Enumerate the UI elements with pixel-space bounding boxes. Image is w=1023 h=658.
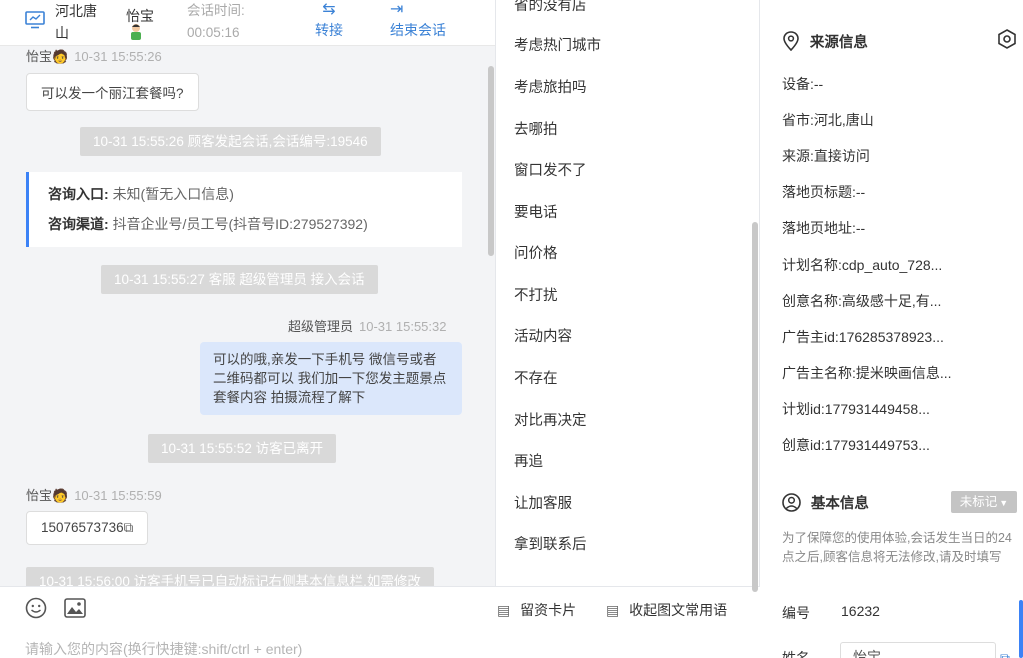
card-icon: ▤ [497, 602, 511, 618]
source-advertiser-id: 广告主id:176285378923... [782, 329, 944, 345]
phrase-item[interactable]: 不存在 [514, 367, 558, 388]
phrase-item[interactable]: 窗口发不了 [514, 159, 587, 180]
session-time-value: 00:05:16 [187, 25, 240, 40]
copy-icon[interactable]: ⧉ [1000, 650, 1010, 658]
transfer-icon: ⇆ [322, 1, 336, 18]
message-list[interactable]: 怡宝🧑 10-31 15:55:26 可以发一个丽江套餐吗? 10-31 15:5… [0, 46, 495, 586]
collapse-phrases-button[interactable]: ▤ 收起图文常用语 [606, 600, 727, 620]
message-meta: 怡宝🧑 10-31 15:55:59 [26, 488, 162, 503]
message-meta: 超级管理员 10-31 15:55:32 [288, 319, 447, 334]
chat-scrollbar[interactable] [488, 66, 494, 256]
phrase-item[interactable]: 再追 [514, 450, 543, 471]
visitor-avatar [127, 22, 145, 43]
phrase-item[interactable]: 问价格 [514, 242, 558, 263]
visitor-info-panel: 来源信息 设备:-- 省市:河北,唐山 来源:直接访问 落地页标题:-- 落地页… [760, 0, 1023, 658]
visitor-message: 15076573736⧉ [26, 511, 149, 545]
message-composer: ▤ 留资卡片 ▤ 收起图文常用语 请输入您的内容(换行快捷键:shift/ctr… [0, 586, 760, 658]
source-plan-name: 计划名称:cdp_auto_728... [782, 257, 943, 273]
agent-message: 可以的哦,亲发一下手机号 微信号或者二维码都可以 我们加一下您发主题景点 套餐内… [200, 342, 462, 415]
session-topbar: 河北唐山 怡宝 会话时间: 00:05:16 ⇆ 转接 ⇥ 结束会话 [0, 0, 495, 46]
phrase-item[interactable]: 对比再决定 [514, 409, 587, 430]
name-field[interactable]: 怡宝 [840, 642, 996, 658]
phrase-item[interactable]: 活动内容 [514, 325, 572, 346]
caret-down-icon: ▼ [999, 498, 1009, 508]
message-meta: 怡宝🧑 10-31 15:55:26 [26, 49, 162, 64]
message-input[interactable]: 请输入您的内容(换行快捷键:shift/ctrl + enter) [25, 639, 302, 658]
source-origin: 来源:直接访问 [782, 148, 870, 164]
session-time-label: 会话时间: [187, 3, 245, 18]
source-advertiser-name: 广告主名称:提米映画信息... [782, 365, 952, 381]
basic-info-header: 基本信息 [782, 492, 869, 513]
source-creative-id: 创意id:177931449753... [782, 437, 930, 453]
source-landing-title: 落地页标题:-- [782, 184, 866, 200]
source-plan-id: 计划id:177931449458... [782, 401, 930, 417]
logout-icon: ⇥ [390, 1, 404, 18]
side-handle[interactable] [1019, 600, 1023, 658]
phrase-item[interactable]: 省的没有店 [514, 0, 587, 15]
lead-card-button[interactable]: ▤ 留资卡片 [497, 600, 576, 620]
info-notice: 为了保障您的使用体验,会话发生当日的24点之后,顾客信息将无法修改,请及时填写 [782, 531, 1012, 564]
phrase-item[interactable]: 拿到联系后 [514, 533, 587, 554]
phrase-item[interactable]: 要电话 [514, 201, 558, 222]
phrases-scrollbar[interactable] [752, 222, 758, 592]
source-creative-name: 创意名称:高级感十足,有... [782, 293, 942, 309]
source-landing-url: 落地页地址:-- [782, 220, 866, 236]
system-message: 10-31 15:56:00 访客手机号已自动标记右侧基本信息栏,如需修改 [26, 567, 434, 586]
common-phrases-panel: 省的没有店 考虑热门城市 考虑旅拍吗 去哪拍 窗口发不了 要电话 问价格 不打扰… [496, 0, 760, 586]
visitor-avatar: 🧑 [52, 488, 69, 503]
user-icon [782, 493, 805, 512]
system-message: 10-31 15:55:27 客服 超级管理员 接入会话 [101, 265, 378, 294]
visitor-location: 河北唐山 [55, 3, 97, 41]
source-info-header: 来源信息 [782, 31, 868, 52]
chat-panel: 河北唐山 怡宝 会话时间: 00:05:16 ⇆ 转接 ⇥ 结束会话 怡宝🧑 10… [0, 0, 496, 658]
settings-icon[interactable] [997, 29, 1017, 52]
monitor-icon [25, 11, 45, 32]
source-device: 设备:-- [782, 76, 824, 92]
location-pin-icon [782, 31, 804, 52]
consult-info-card: 咨询入口: 未知(暂无入口信息) 咨询渠道: 抖音企业号/员工号(抖音号ID:2… [26, 172, 462, 247]
mark-status-dropdown[interactable]: 未标记 ▼ [951, 491, 1017, 513]
number-value: 16232 [841, 603, 880, 619]
phrase-item[interactable]: 去哪拍 [514, 118, 558, 139]
source-province: 省市:河北,唐山 [782, 112, 874, 128]
emoji-icon[interactable] [25, 597, 47, 622]
name-label: 姓名 [782, 650, 810, 658]
visitor-avatar: 🧑 [52, 49, 69, 64]
phrase-item[interactable]: 不打扰 [514, 284, 558, 305]
image-icon[interactable] [64, 598, 86, 621]
end-session-button[interactable]: ⇥ 结束会话 [390, 0, 446, 40]
card-icon: ▤ [606, 602, 620, 618]
system-message: 10-31 15:55:26 顾客发起会话,会话编号:19546 [80, 127, 381, 156]
visitor-message: 可以发一个丽江套餐吗? [26, 73, 199, 111]
phrase-item[interactable]: 考虑旅拍吗 [514, 76, 587, 97]
copy-icon[interactable]: ⧉ [124, 520, 134, 535]
number-label: 编号 [782, 605, 810, 621]
phrase-item[interactable]: 考虑热门城市 [514, 34, 601, 55]
transfer-button[interactable]: ⇆ 转接 [315, 0, 343, 40]
phrase-item[interactable]: 让加客服 [514, 492, 572, 513]
system-message: 10-31 15:55:52 访客已离开 [148, 434, 337, 463]
